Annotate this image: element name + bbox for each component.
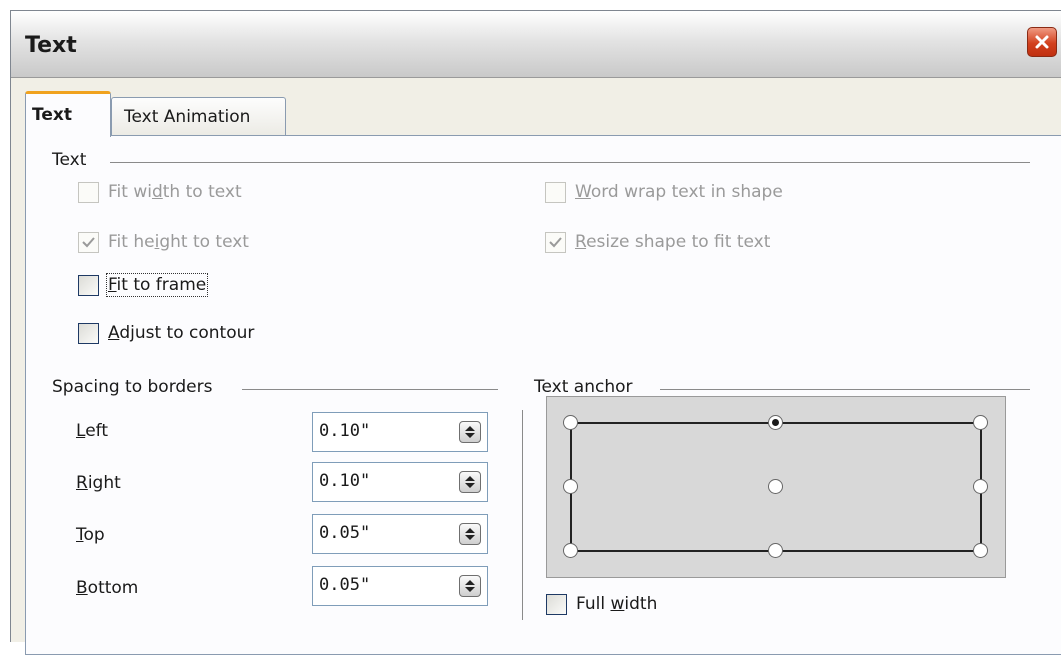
anchor-middle-center[interactable]	[768, 479, 783, 494]
left-spacing-input[interactable]	[319, 421, 449, 441]
text-dialog: Text Text Text Animation Text Fit width …	[10, 10, 1061, 655]
anchor-divider	[660, 389, 1030, 390]
word-wrap-label: Word wrap text in shape	[575, 182, 783, 202]
bottom-spacing-input[interactable]	[319, 575, 449, 595]
spin-arrows-icon	[465, 476, 475, 488]
fit-to-frame-checkbox[interactable]	[78, 275, 99, 296]
text-section-divider	[110, 162, 1030, 163]
tab-text[interactable]: Text	[25, 91, 111, 137]
adjust-contour-label: Adjust to contour	[108, 323, 255, 343]
left-spin-button[interactable]	[459, 421, 481, 443]
close-icon	[1035, 35, 1049, 49]
window-title: Text	[25, 33, 77, 58]
anchor-heading: Text anchor	[534, 377, 633, 397]
bottom-spacing-field[interactable]	[312, 566, 488, 606]
bottom-spin-button[interactable]	[459, 575, 481, 597]
anchor-top-center[interactable]	[768, 415, 783, 430]
spacing-heading: Spacing to borders	[52, 377, 213, 397]
anchor-bottom-left[interactable]	[563, 543, 578, 558]
full-width-label: Full width	[576, 594, 658, 614]
fit-to-frame-label: Fit to frame	[105, 273, 209, 297]
bottom-label: Bottom	[76, 578, 139, 598]
tab-panel: Text Fit width to text Fit height to tex…	[25, 135, 1061, 655]
left-label: Left	[76, 421, 108, 441]
resize-shape-label: Resize shape to fit text	[575, 232, 771, 252]
fit-height-checkbox[interactable]	[78, 232, 99, 253]
right-spin-button[interactable]	[459, 471, 481, 493]
anchor-middle-left[interactable]	[563, 479, 578, 494]
anchor-bottom-center[interactable]	[768, 543, 783, 558]
close-button[interactable]	[1027, 27, 1057, 57]
top-label: Top	[76, 525, 105, 545]
word-wrap-checkbox[interactable]	[545, 182, 566, 203]
fit-width-checkbox[interactable]	[78, 182, 99, 203]
title-bar[interactable]: Text	[11, 11, 1061, 78]
spin-arrows-icon	[465, 580, 475, 592]
spin-arrows-icon	[465, 426, 475, 438]
top-spacing-field[interactable]	[312, 514, 488, 554]
left-spacing-field[interactable]	[312, 412, 488, 452]
spacing-divider	[242, 389, 498, 390]
anchor-top-left[interactable]	[563, 415, 578, 430]
top-spin-button[interactable]	[459, 523, 481, 545]
adjust-contour-checkbox[interactable]	[78, 323, 99, 344]
anchor-bottom-right[interactable]	[973, 543, 988, 558]
anchor-top-right[interactable]	[973, 415, 988, 430]
right-label: Right	[76, 473, 121, 493]
spin-arrows-icon	[465, 528, 475, 540]
fit-width-label: Fit width to text	[108, 182, 242, 202]
full-width-checkbox[interactable]	[546, 594, 567, 615]
anchor-selector[interactable]	[546, 396, 1006, 578]
tab-text-animation[interactable]: Text Animation	[111, 97, 286, 135]
resize-shape-checkbox[interactable]	[545, 232, 566, 253]
section-separator	[522, 410, 523, 620]
anchor-middle-right[interactable]	[973, 479, 988, 494]
fit-height-label: Fit height to text	[108, 232, 249, 252]
text-section-heading: Text	[52, 150, 87, 170]
right-spacing-field[interactable]	[312, 462, 488, 502]
checkmark-icon	[82, 237, 95, 248]
checkmark-icon	[549, 237, 562, 248]
top-spacing-input[interactable]	[319, 523, 449, 543]
right-spacing-input[interactable]	[319, 471, 449, 491]
